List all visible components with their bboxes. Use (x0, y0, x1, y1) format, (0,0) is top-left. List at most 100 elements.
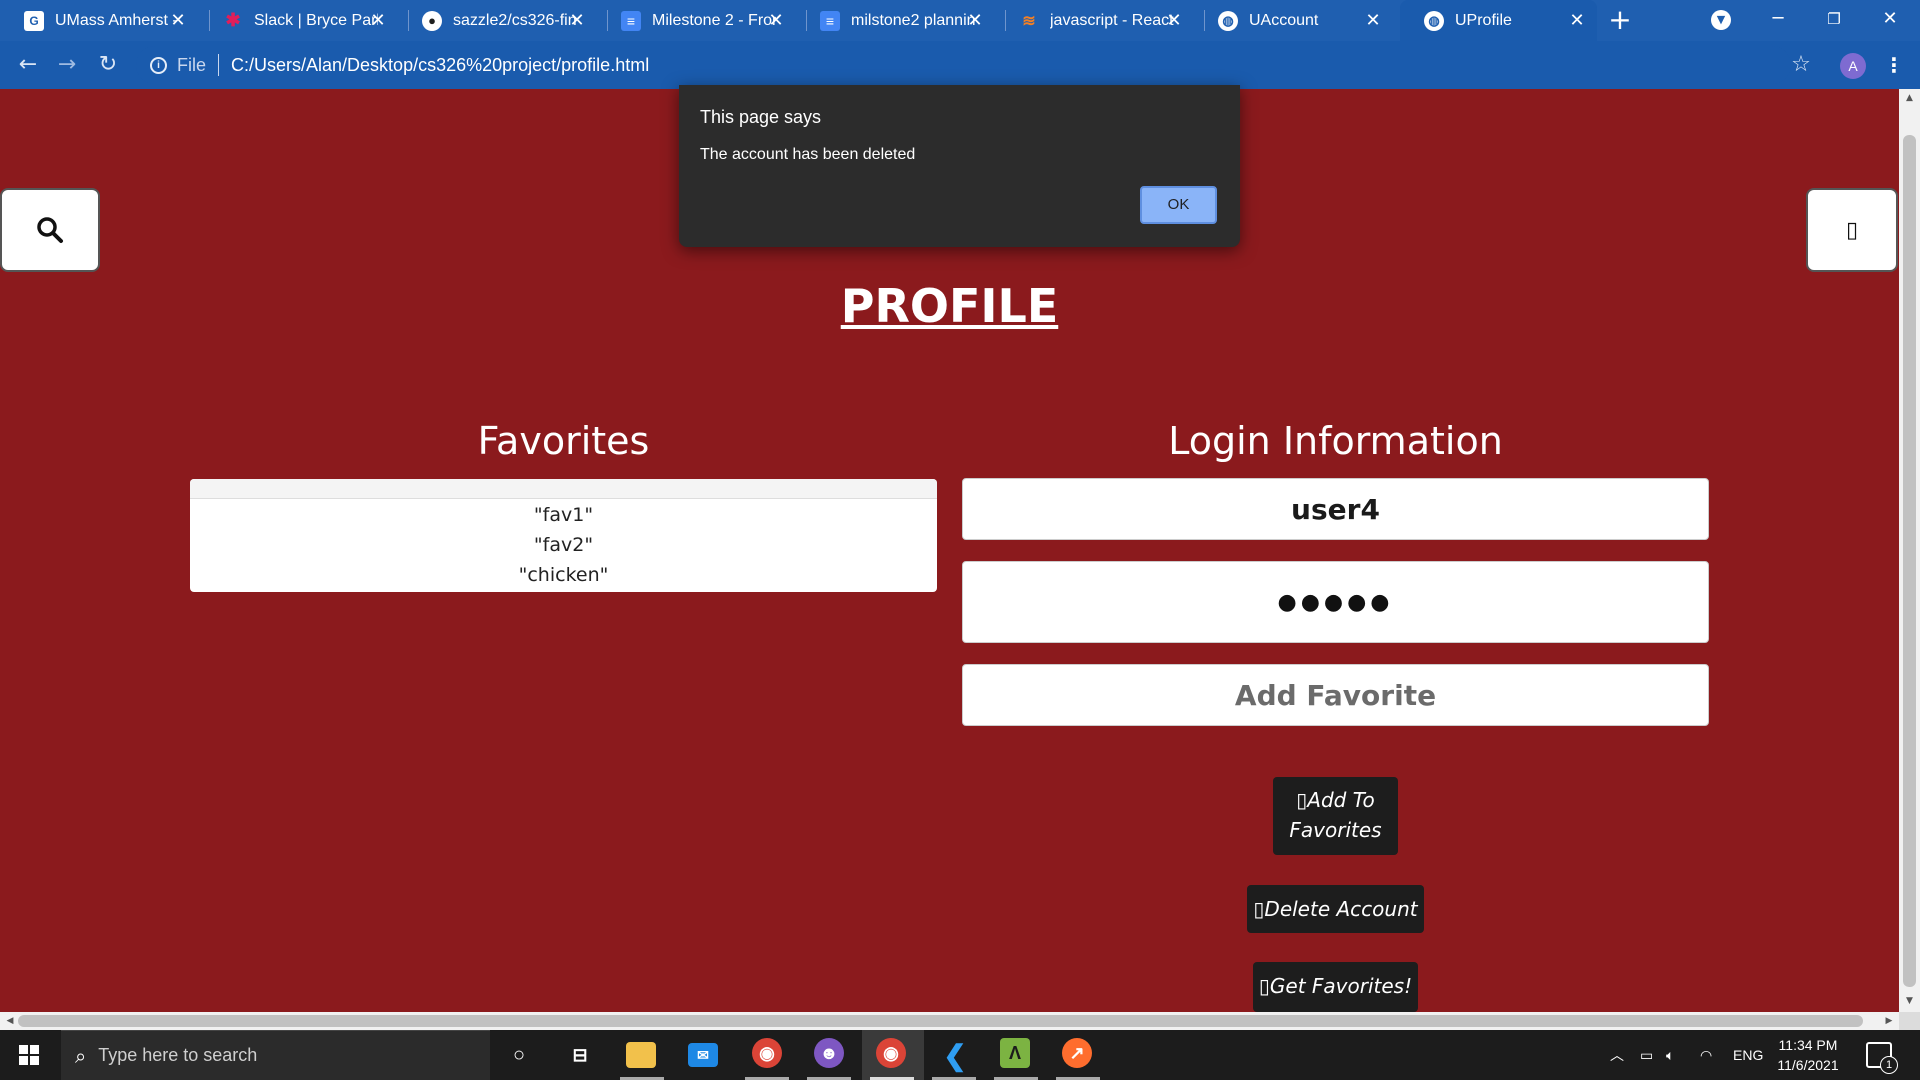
tab-umass[interactable]: G UMass Amherst - ✕ (0, 0, 198, 41)
google-docs-icon: ≡ (621, 10, 641, 31)
info-icon[interactable]: i (150, 56, 167, 74)
window-close-icon[interactable]: ✕ (1862, 0, 1918, 41)
restore-icon[interactable]: ❐ (1806, 0, 1862, 41)
username-field[interactable]: user4 (962, 478, 1709, 540)
scroll-down-icon[interactable]: ▼ (1899, 994, 1920, 1008)
list-item: "fav1" (533, 504, 594, 526)
app-icon[interactable]: Λ (1000, 1038, 1030, 1068)
scroll-left-icon[interactable]: ◀ (2, 1012, 18, 1030)
password-field[interactable]: ●●●●● (962, 561, 1709, 643)
tab-uprofile-active[interactable]: ◍ UProfile ✕ (1400, 0, 1597, 41)
browser-tab-bar: G UMass Amherst - ✕ ✱ Slack | Bryce Park… (0, 0, 1920, 41)
profile-avatar[interactable]: A (1840, 53, 1866, 79)
dialog-title: This page says (700, 107, 822, 127)
mail-icon[interactable]: ✉ (688, 1043, 718, 1067)
vertical-scrollbar[interactable]: ▲ ▼ (1899, 89, 1920, 1012)
task-view-icon[interactable]: ⊟ (563, 1038, 597, 1072)
list-item: "chicken" (518, 564, 609, 586)
tray-chevron-icon[interactable]: ︿ (1610, 1030, 1624, 1080)
bookmark-star-icon[interactable]: ☆ (1789, 53, 1813, 77)
postman-icon[interactable]: ↗ (1062, 1038, 1092, 1068)
close-tab-icon[interactable]: ✕ (766, 10, 786, 30)
tab-title: sazzle2/cs326-fina (453, 11, 577, 29)
clock[interactable]: 11:34 PM 11/6/2021 (1770, 1035, 1846, 1075)
globe-icon: ◍ (1218, 10, 1238, 31)
vertical-scroll-thumb[interactable] (1903, 135, 1916, 987)
tab-title: UProfile (1455, 11, 1512, 29)
favorites-list: "fav1" "fav2" "chicken" (190, 479, 937, 592)
tab-stackoverflow[interactable]: ≋ javascript - React ✕ (995, 0, 1194, 41)
chrome-profile-icon[interactable]: ◉ (876, 1038, 906, 1068)
github-icon: ● (422, 10, 442, 31)
delete-account-button[interactable]: ▯Delete Account (1247, 885, 1424, 933)
back-icon[interactable]: ← (14, 51, 42, 79)
taskbar: ⌕ Type here to search ○ ⊟ ✉ ◉ ☻ ◉ ❮ Λ ↗ … (0, 1030, 1920, 1080)
stackoverflow-icon: ≋ (1022, 12, 1036, 30)
delete-account-label: ▯Delete Account (1253, 897, 1418, 921)
close-tab-icon[interactable]: ✕ (368, 10, 388, 30)
umass-icon: G (24, 10, 44, 31)
close-tab-icon[interactable]: ✕ (1363, 10, 1383, 30)
tab-search-icon[interactable]: ▼ (1711, 10, 1731, 30)
tab-uaccount[interactable]: ◍ UAccount ✕ (1194, 0, 1393, 41)
globe-icon: ◍ (1424, 10, 1444, 31)
close-tab-icon[interactable]: ✕ (1567, 10, 1587, 30)
reload-icon[interactable]: ↻ (94, 51, 122, 79)
close-tab-icon[interactable]: ✕ (1164, 10, 1184, 30)
discord-icon[interactable]: ☻ (814, 1038, 844, 1068)
scheme-label: File (177, 54, 207, 75)
list-item: "fav2" (533, 534, 594, 556)
login-heading: Login Information (1168, 419, 1503, 463)
close-tab-icon[interactable]: ✕ (965, 10, 985, 30)
volume-icon[interactable]: 🔈︎ (1666, 1030, 1674, 1080)
menu-toggle-button[interactable]: ▯ (1806, 188, 1898, 272)
scroll-up-icon[interactable]: ▲ (1899, 91, 1920, 105)
ok-button[interactable]: OK (1140, 186, 1217, 224)
windows-start-icon[interactable] (19, 1045, 39, 1065)
chrome-icon[interactable]: ◉ (752, 1038, 782, 1068)
cortana-icon[interactable]: ○ (502, 1038, 536, 1072)
tab-milestone2-planning[interactable]: ≡ milstone2 plannin ✕ (796, 0, 995, 41)
add-favorite-placeholder: Add Favorite (1234, 678, 1437, 712)
new-tab-icon[interactable]: + (1606, 6, 1634, 34)
horizontal-scroll-thumb[interactable] (18, 1015, 1863, 1027)
file-explorer-icon[interactable] (626, 1042, 656, 1068)
page-title: PROFILE (840, 279, 1059, 333)
tab-slack[interactable]: ✱ Slack | Bryce Park ✕ (199, 0, 398, 41)
vscode-icon[interactable]: ❮ (938, 1038, 972, 1072)
get-favorites-button[interactable]: ▯Get Favorites! (1253, 962, 1418, 1012)
language-indicator[interactable]: ENG (1733, 1030, 1763, 1080)
tab-github[interactable]: ● sazzle2/cs326-fina ✕ (398, 0, 597, 41)
browser-toolbar: ← → ↻ i File C:/Users/Alan/Desktop/cs326… (0, 41, 1920, 89)
address-bar[interactable]: i File C:/Users/Alan/Desktop/cs326%20pro… (136, 46, 1791, 84)
menu-icon[interactable]: ⋮ (1884, 51, 1904, 79)
search-button[interactable] (0, 188, 100, 272)
wifi-icon[interactable]: ◠ (1700, 1030, 1712, 1080)
tab-title: Milestone 2 - Fron (652, 11, 776, 29)
close-tab-icon[interactable]: ✕ (168, 10, 188, 30)
scrollbar-corner (1899, 1012, 1920, 1030)
close-tab-icon[interactable]: ✕ (567, 10, 587, 30)
url-text[interactable]: C:/Users/Alan/Desktop/cs326%20project/pr… (231, 55, 649, 76)
taskbar-search[interactable]: ⌕ Type here to search (61, 1030, 490, 1080)
add-to-favorites-label: ▯Add To Favorites (1289, 788, 1382, 842)
minimize-icon[interactable]: ─ (1750, 0, 1806, 41)
horizontal-scrollbar[interactable]: ◀ ▶ (0, 1012, 1899, 1030)
tab-milestone2[interactable]: ≡ Milestone 2 - Fron ✕ (597, 0, 796, 41)
address-separator (218, 54, 220, 76)
scroll-right-icon[interactable]: ▶ (1881, 1012, 1897, 1030)
slack-icon: ✱ (225, 10, 241, 30)
notification-count-badge: 1 (1880, 1056, 1898, 1074)
tab-title: milstone2 plannin (851, 11, 975, 29)
missing-glyph-icon: ▯ (1845, 217, 1859, 243)
google-docs-icon: ≡ (820, 10, 840, 31)
add-to-favorites-button[interactable]: ▯Add To Favorites (1273, 777, 1398, 855)
search-icon: ⌕ (75, 1043, 87, 1068)
clock-date: 11/6/2021 (1777, 1057, 1839, 1073)
tab-title: UAccount (1249, 11, 1319, 29)
password-mask: ●●●●● (1277, 589, 1394, 615)
forward-icon[interactable]: → (53, 51, 81, 79)
battery-icon[interactable]: ▭ (1640, 1030, 1653, 1080)
search-icon (37, 217, 63, 243)
add-favorite-input[interactable]: Add Favorite (962, 664, 1709, 726)
